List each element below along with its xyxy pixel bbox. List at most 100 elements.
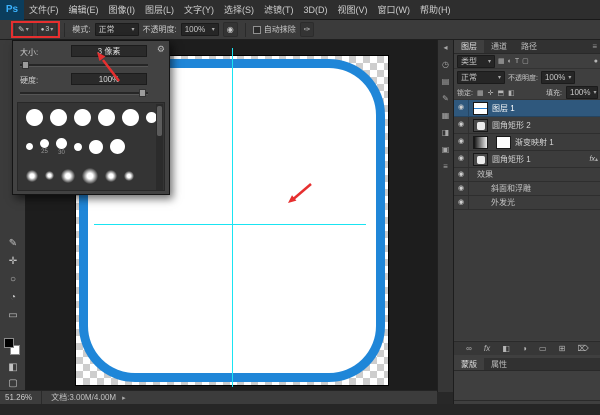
hardness-value-field[interactable]: 100%	[71, 73, 147, 85]
expand-panels-icon[interactable]: ◂	[443, 43, 447, 52]
visibility-eye-icon[interactable]: ◉	[454, 134, 469, 150]
layer-row[interactable]: ◉ 圆角矩形 2	[454, 117, 600, 134]
brush-preset[interactable]	[74, 143, 82, 151]
scrollbar-thumb[interactable]	[157, 106, 162, 136]
layer-thumbnail[interactable]	[473, 119, 488, 132]
gear-icon[interactable]: ⚙	[157, 44, 165, 55]
mode-dropdown[interactable]: 正常 ▾	[95, 23, 139, 36]
healing-tool-icon[interactable]: ✛	[0, 256, 26, 267]
tab-layers[interactable]: 图层	[454, 40, 484, 53]
menu-image[interactable]: 图像(I)	[104, 0, 141, 20]
menu-window[interactable]: 窗口(W)	[373, 0, 416, 20]
adjustment-layer-icon[interactable]: ◑	[522, 344, 527, 353]
preset-scrollbar[interactable]	[156, 104, 163, 190]
zoom-tool-icon[interactable]: ◔	[0, 292, 26, 303]
size-value-field[interactable]: 3 像素	[71, 45, 147, 57]
lock-transparent-icon[interactable]: ◧	[508, 89, 515, 97]
brush-preset[interactable]	[98, 109, 115, 126]
menu-3d[interactable]: 3D(D)	[299, 0, 333, 20]
horizontal-guide[interactable]	[94, 224, 366, 225]
brush-preset[interactable]: 30	[56, 138, 67, 156]
adjustment-layer-icon[interactable]	[473, 136, 488, 149]
hardness-slider-handle[interactable]	[139, 89, 146, 97]
filter-type-icon[interactable]: T	[515, 58, 519, 65]
brush-preset[interactable]	[110, 139, 125, 154]
visibility-eye-icon[interactable]: ◉	[454, 100, 469, 116]
brush-preset-soft[interactable]	[26, 170, 38, 182]
brush-preset-soft[interactable]	[105, 170, 117, 182]
brush-preset[interactable]	[122, 109, 139, 126]
brush-panel-icon[interactable]: ✎	[442, 94, 449, 103]
lock-all-icon[interactable]: ⬒	[497, 89, 504, 97]
layer-opacity-dropdown[interactable]: 100% ▾	[541, 71, 575, 84]
size-slider[interactable]	[20, 64, 148, 67]
link-layers-icon[interactable]: ∞	[466, 344, 472, 353]
menu-select[interactable]: 选择(S)	[219, 0, 259, 20]
clone-source-icon[interactable]: ▦	[442, 111, 450, 120]
brush-preset[interactable]	[74, 109, 91, 126]
delete-layer-icon[interactable]: ⌦	[578, 344, 589, 353]
brush-preset[interactable]	[26, 143, 33, 150]
lock-position-icon[interactable]: ✛	[488, 89, 494, 97]
menu-layer[interactable]: 图层(L)	[140, 0, 179, 20]
pencil-tool-preset[interactable]: ✎▾	[14, 22, 33, 37]
filter-shape-icon[interactable]: ▢	[522, 57, 529, 65]
effect-row[interactable]: ◉ 斜面和浮雕	[454, 182, 600, 196]
menu-edit[interactable]: 编辑(E)	[64, 0, 104, 20]
screen-mode-icon[interactable]: ▢	[0, 378, 26, 389]
fill-dropdown[interactable]: 100% ▾	[566, 86, 598, 99]
pressure-size-toggle[interactable]: ✑	[300, 22, 315, 37]
status-options-arrow-icon[interactable]: ▸	[122, 394, 126, 402]
brush-preset-soft[interactable]	[124, 171, 134, 181]
tab-properties[interactable]: 属性	[484, 358, 514, 370]
brush-preset[interactable]	[89, 140, 103, 154]
brush-preset-picker[interactable]: ● 3 ▾	[37, 22, 58, 37]
auto-erase-checkbox[interactable]: 自动抹除	[253, 24, 296, 35]
layer-row[interactable]: ◉ 图层 1	[454, 100, 600, 117]
move-tool-icon[interactable]: ▭	[0, 310, 26, 321]
effects-row[interactable]: ◉ 效果	[454, 168, 600, 182]
layer-mask-thumbnail[interactable]	[496, 136, 511, 149]
quick-mask-icon[interactable]: ◧	[0, 362, 26, 373]
blend-mode-dropdown[interactable]: 正常 ▾	[457, 71, 505, 84]
brush-preset[interactable]	[26, 109, 43, 126]
brush-preset[interactable]	[50, 109, 67, 126]
brush-preset-soft[interactable]	[45, 171, 54, 180]
zoom-level-field[interactable]: 51.26%	[5, 393, 32, 402]
visibility-eye-icon[interactable]: ◉	[454, 182, 469, 195]
size-slider-handle[interactable]	[22, 61, 29, 69]
filter-toggle-icon[interactable]: ●	[594, 58, 598, 65]
pressure-opacity-toggle[interactable]: ◉	[223, 22, 238, 37]
panel-menu-icon[interactable]: ≡	[588, 40, 600, 53]
layer-row[interactable]: ◉ 渐变映射 1	[454, 134, 600, 151]
foreground-color-swatch[interactable]	[4, 338, 14, 348]
brush-preset[interactable]: 25	[40, 139, 49, 155]
add-mask-icon[interactable]: ◧	[502, 344, 510, 353]
menu-view[interactable]: 视图(V)	[333, 0, 373, 20]
new-group-icon[interactable]: ▭	[539, 344, 547, 353]
brush-preset-soft[interactable]	[82, 168, 98, 184]
effect-row[interactable]: ◉ 外发光	[454, 196, 600, 210]
eyedropper-tool-icon[interactable]: ✎	[0, 238, 26, 249]
properties-panel-icon[interactable]: ▤	[442, 77, 450, 86]
filter-adjustment-icon[interactable]: ◐	[508, 58, 512, 65]
tab-channels[interactable]: 通道	[484, 40, 514, 53]
menu-file[interactable]: 文件(F)	[24, 0, 64, 20]
filter-type-dropdown[interactable]: 类型 ▾	[457, 55, 495, 68]
visibility-eye-icon[interactable]: ◉	[454, 151, 469, 167]
visibility-eye-icon[interactable]: ◉	[454, 117, 469, 133]
layer-style-icon[interactable]: fx	[484, 344, 490, 353]
hand-tool-icon[interactable]: ○	[0, 274, 26, 285]
layer-row[interactable]: ◉ 圆角矩形 1 fx ▴	[454, 151, 600, 168]
brush-preset-soft[interactable]	[61, 169, 75, 183]
visibility-eye-icon[interactable]: ◉	[454, 168, 469, 181]
info-panel-icon[interactable]: ◨	[442, 128, 450, 137]
vertical-guide[interactable]	[232, 48, 233, 387]
menu-help[interactable]: 帮助(H)	[415, 0, 456, 20]
layer-thumbnail[interactable]	[473, 153, 488, 166]
chevron-up-icon[interactable]: ▴	[595, 156, 598, 163]
visibility-eye-icon[interactable]: ◉	[454, 196, 469, 209]
tab-paths[interactable]: 路径	[514, 40, 544, 53]
hardness-slider[interactable]	[20, 92, 148, 95]
lock-pixels-icon[interactable]: ▦	[477, 89, 484, 97]
